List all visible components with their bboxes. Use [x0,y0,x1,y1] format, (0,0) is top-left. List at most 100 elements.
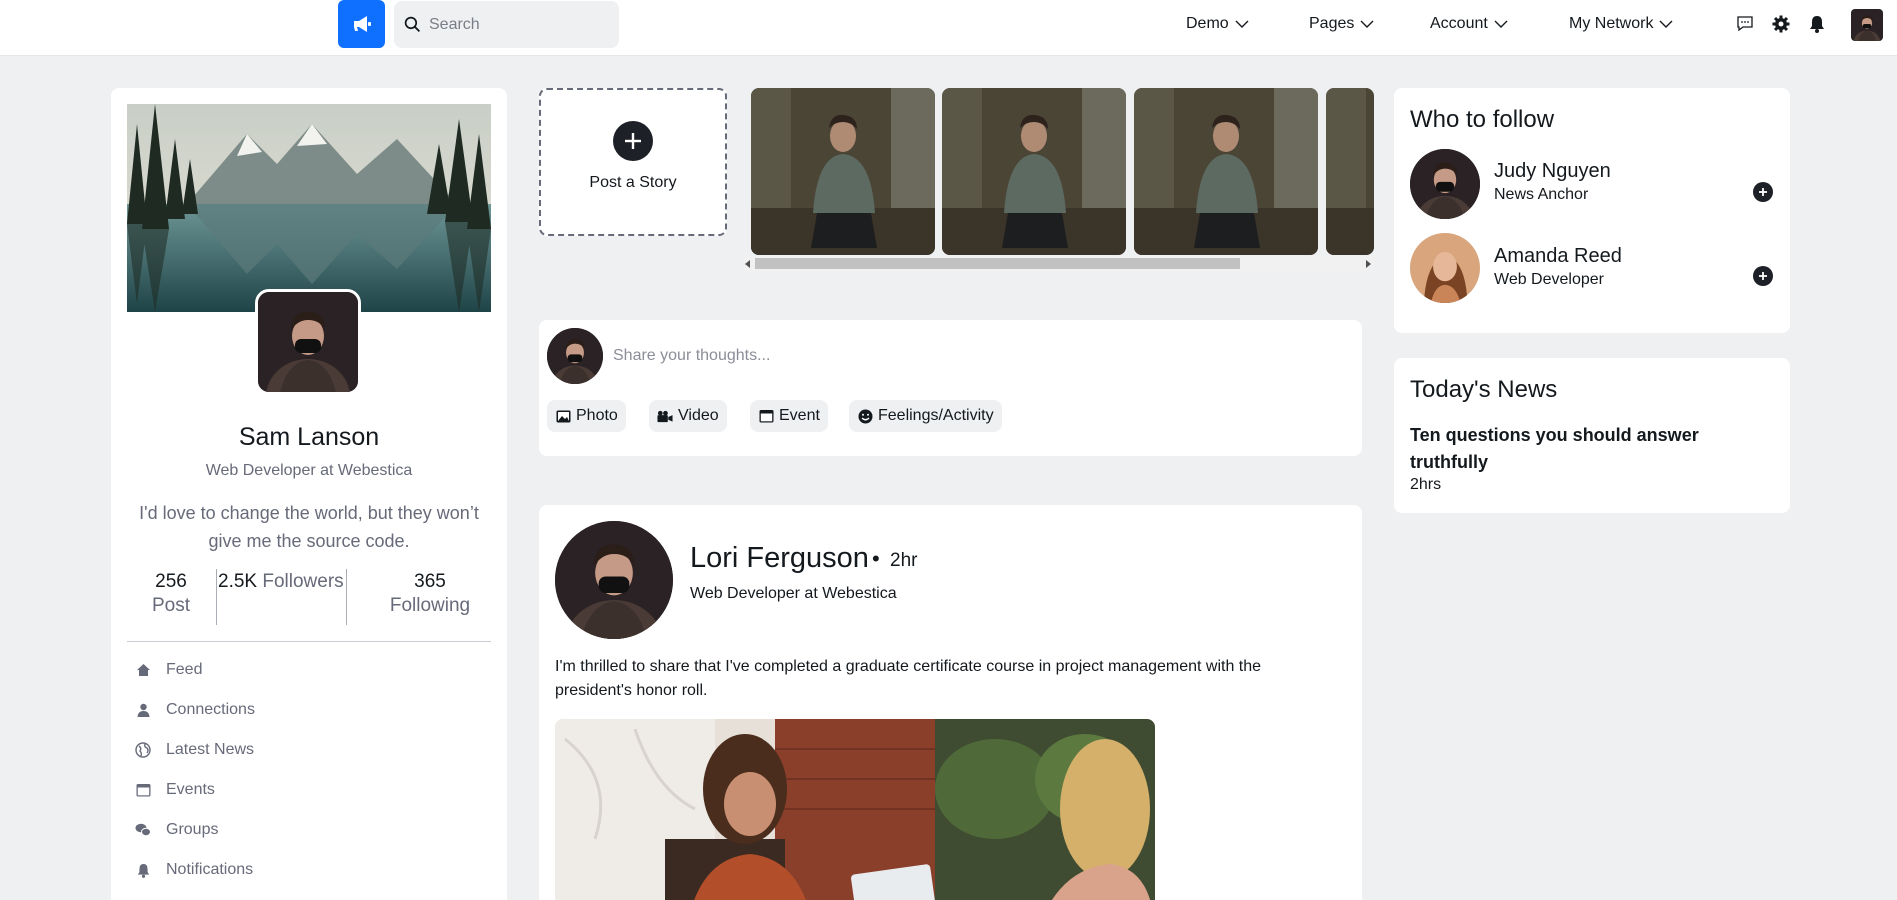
video-camera-icon [657,408,673,424]
post-author-avatar[interactable] [555,521,673,639]
composer-avatar [547,328,603,384]
profile-bio: I'd love to change the world, but they w… [139,503,479,551]
plus-icon [1759,272,1767,280]
feelings-activity-button[interactable]: Feelings/Activity [849,400,1002,432]
story-item[interactable] [751,88,935,255]
follow-name[interactable]: Amanda Reed [1494,245,1622,268]
follow-avatar[interactable] [1410,149,1480,219]
sidebar-item-groups[interactable]: Groups [135,818,218,842]
stat-divider [216,569,217,625]
feed-post: Lori Ferguson • 2hr Web Developer at Web… [539,505,1362,900]
image-icon [555,408,571,424]
who-to-follow-card: Who to follow Judy Nguyen News Anchor Am… [1394,88,1790,333]
globe-icon [135,742,151,758]
profile-name[interactable]: Sam Lanson [111,423,507,452]
profile-role: Web Developer at Webestica [205,462,413,479]
story-item[interactable] [1134,88,1318,255]
gear-icon[interactable] [1770,13,1792,35]
who-to-follow-title: Who to follow [1410,106,1555,133]
stat-following: 365 Following [380,570,480,618]
event-button-label: Event [779,407,820,424]
scroll-left-arrow-icon[interactable] [745,260,751,268]
calendar-icon [758,408,774,424]
sidebar-item-label: Notifications [166,861,254,878]
stat-posts: 256 Post [131,570,211,618]
sidebar-item-label: Latest News [166,741,255,758]
post-image[interactable] [555,719,1155,900]
photo-button[interactable]: Photo [547,400,626,432]
video-button[interactable]: Video [649,400,727,432]
follow-role: News Anchor [1494,186,1589,203]
plus-icon [1759,188,1767,196]
event-button[interactable]: Event [750,400,828,432]
post-author-role: Web Developer at Webestica [690,585,897,602]
post-time: 2hr [890,550,918,571]
sidebar-item-events[interactable]: Events [135,778,215,802]
stat-posts-label: Post [151,595,191,616]
sidebar-item-notifications[interactable]: Notifications [135,858,253,882]
todays-news-card: Today's News Ten questions you should an… [1394,358,1790,513]
chat-icon[interactable] [1734,13,1756,35]
chevron-down-icon [1494,20,1508,28]
follow-add-button[interactable] [1753,266,1773,286]
nav-menu-my-network[interactable]: My Network [1569,0,1673,48]
bell-icon [135,862,151,878]
follow-avatar[interactable] [1410,233,1480,303]
nav-menu-demo[interactable]: Demo [1186,0,1249,48]
follow-name[interactable]: Judy Nguyen [1494,160,1611,183]
post-text: I'm thrilled to share that I've complete… [555,658,1262,699]
video-button-label: Video [678,407,719,424]
person-icon [135,702,151,718]
feelings-activity-button-label: Feelings/Activity [878,407,994,424]
nav-menu-my-network-label: My Network [1569,15,1654,32]
user-avatar[interactable] [1851,9,1883,41]
profile-divider [127,641,491,642]
story-item[interactable] [942,88,1126,255]
top-navbar: Demo Pages Account My Network [0,0,1897,56]
search-input[interactable] [429,15,609,34]
post-composer: Share your thoughts... Photo Video Event… [539,320,1362,456]
chevron-down-icon [1235,20,1249,28]
stat-followers-label: Followers [262,571,344,592]
nav-menu-account[interactable]: Account [1430,0,1508,48]
photo-button-label: Photo [576,407,618,424]
follow-add-button[interactable] [1753,182,1773,202]
logo-megaphone-icon[interactable] [338,0,385,48]
nav-menu-demo-label: Demo [1186,15,1229,32]
nav-menu-account-label: Account [1430,15,1488,32]
news-headline[interactable]: Ten questions you should answer truthful… [1410,422,1750,476]
stat-divider [346,569,347,625]
post-story-label: Post a Story [589,174,677,191]
chevron-down-icon [1659,20,1673,28]
sidebar-item-label: Groups [166,821,219,838]
follow-role: Web Developer [1494,271,1604,288]
sidebar-item-label: Events [166,781,215,798]
stat-followers: 2.5K Followers [218,570,348,594]
plus-icon [613,121,653,161]
bell-icon[interactable] [1806,13,1828,35]
post-story-button[interactable]: Post a Story [539,88,727,236]
chevron-down-icon [1360,20,1374,28]
sidebar-item-latest-news[interactable]: Latest News [135,738,254,762]
sidebar-item-connections[interactable]: Connections [135,698,255,722]
scroll-right-arrow-icon[interactable] [1365,260,1371,268]
todays-news-title: Today's News [1410,376,1558,403]
search-box[interactable] [394,1,619,48]
stat-posts-count: 256 [155,571,187,592]
home-icon [135,662,151,678]
post-author-name[interactable]: Lori Ferguson [690,542,869,575]
stories-scrollbar[interactable] [745,256,1373,271]
smiley-icon [857,408,873,424]
sidebar-item-feed[interactable]: Feed [135,658,202,682]
separator-dot: • [872,546,880,571]
story-item[interactable] [1326,88,1374,255]
search-icon [404,16,421,33]
nav-menu-pages[interactable]: Pages [1309,0,1374,48]
stat-following-count: 365 [414,571,446,592]
sidebar-item-label: Connections [166,701,255,718]
scrollbar-thumb[interactable] [755,258,1240,269]
sidebar-item-label: Feed [166,661,203,678]
stat-following-label: Following [389,595,471,616]
composer-input[interactable]: Share your thoughts... [613,347,770,365]
profile-avatar[interactable] [255,289,361,395]
